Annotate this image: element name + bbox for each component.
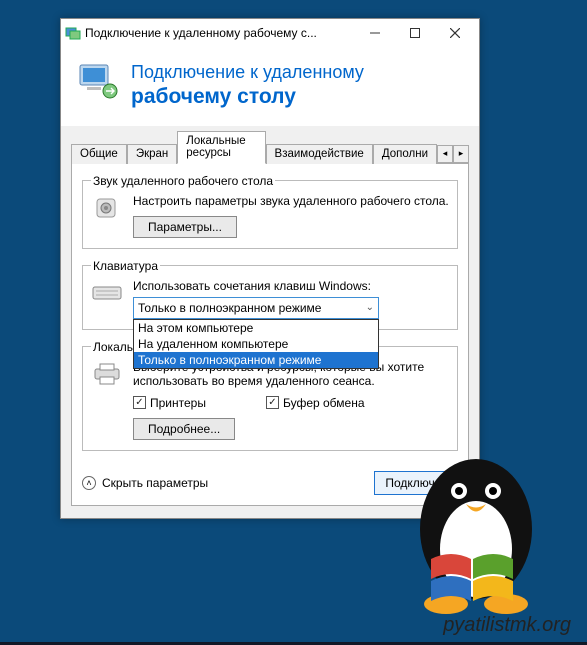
tab-general[interactable]: Общие (71, 144, 127, 164)
audio-desc: Настроить параметры звука удаленного раб… (133, 194, 449, 208)
checkbox-checked-icon: ✓ (133, 396, 146, 409)
collapse-arrow-icon: ˄ (82, 476, 96, 490)
watermark-text: pyatilistmk.org (443, 614, 571, 637)
tab-experience[interactable]: Взаимодействие (266, 144, 373, 164)
dialog-footer: ˄ Скрыть параметры Подключит (82, 461, 458, 495)
keyboard-option-1[interactable]: На удаленном компьютере (134, 336, 378, 352)
audio-group: Звук удаленного рабочего стола Настроить… (82, 174, 458, 249)
tab-panel-local-resources: Звук удаленного рабочего стола Настроить… (71, 164, 469, 506)
keyboard-combo-value: Только в полноэкранном режиме (138, 301, 321, 315)
printers-checkbox[interactable]: ✓ Принтеры (133, 396, 206, 410)
heading-line1: Подключение к удаленному (131, 61, 364, 84)
window-title: Подключение к удаленному рабочему с... (81, 26, 355, 40)
heading-line2: рабочему столу (131, 84, 364, 110)
tab-scroll-right[interactable]: ▸ (453, 145, 469, 163)
tab-local-resources[interactable]: Локальные ресурсы (177, 131, 265, 164)
hide-options-toggle[interactable]: ˄ Скрыть параметры (82, 476, 208, 490)
close-button[interactable] (435, 19, 475, 47)
hide-options-label: Скрыть параметры (102, 476, 208, 490)
keyboard-option-2[interactable]: Только в полноэкранном режиме (134, 352, 378, 368)
rdc-hero-icon (77, 61, 119, 103)
minimize-button[interactable] (355, 19, 395, 47)
keyboard-legend: Клавиатура (91, 259, 160, 273)
dialog-header: Подключение к удаленному рабочему столу (61, 47, 479, 126)
dialog-body: Общие Экран Локальные ресурсы Взаимодейс… (61, 126, 479, 518)
tab-scroll-left[interactable]: ◂ (437, 145, 453, 163)
checkbox-checked-icon: ✓ (266, 396, 279, 409)
app-icon (65, 25, 81, 41)
connect-button[interactable]: Подключит (374, 471, 458, 495)
printer-icon (91, 360, 123, 388)
clipboard-label: Буфер обмена (283, 396, 365, 410)
audio-legend: Звук удаленного рабочего стола (91, 174, 275, 188)
printers-label: Принтеры (150, 396, 206, 410)
keyboard-combo[interactable]: Только в полноэкранном режиме ⌄ (133, 297, 379, 319)
tab-display[interactable]: Экран (127, 144, 177, 164)
maximize-button[interactable] (395, 19, 435, 47)
tab-advanced[interactable]: Дополни (373, 144, 437, 164)
audio-settings-button[interactable]: Параметры... (133, 216, 237, 238)
keyboard-icon (91, 279, 123, 307)
keyboard-group: Клавиатура Использовать сочетания клавиш… (82, 259, 458, 330)
keyboard-option-0[interactable]: На этом компьютере (134, 320, 378, 336)
keyboard-dropdown: На этом компьютере На удаленном компьюте… (133, 319, 379, 369)
rdc-window: Подключение к удаленному рабочему с... П… (60, 18, 480, 519)
tab-scroll: ◂ ▸ (437, 145, 469, 163)
dialog-heading: Подключение к удаленному рабочему столу (131, 61, 364, 110)
keyboard-desc: Использовать сочетания клавиш Windows: (133, 279, 449, 293)
clipboard-checkbox[interactable]: ✓ Буфер обмена (266, 396, 365, 410)
tabstrip: Общие Экран Локальные ресурсы Взаимодейс… (71, 130, 469, 164)
titlebar: Подключение к удаленному рабочему с... (61, 19, 479, 47)
chevron-down-icon: ⌄ (366, 302, 374, 313)
more-devices-button[interactable]: Подробнее... (133, 418, 235, 440)
speaker-icon (91, 194, 123, 222)
